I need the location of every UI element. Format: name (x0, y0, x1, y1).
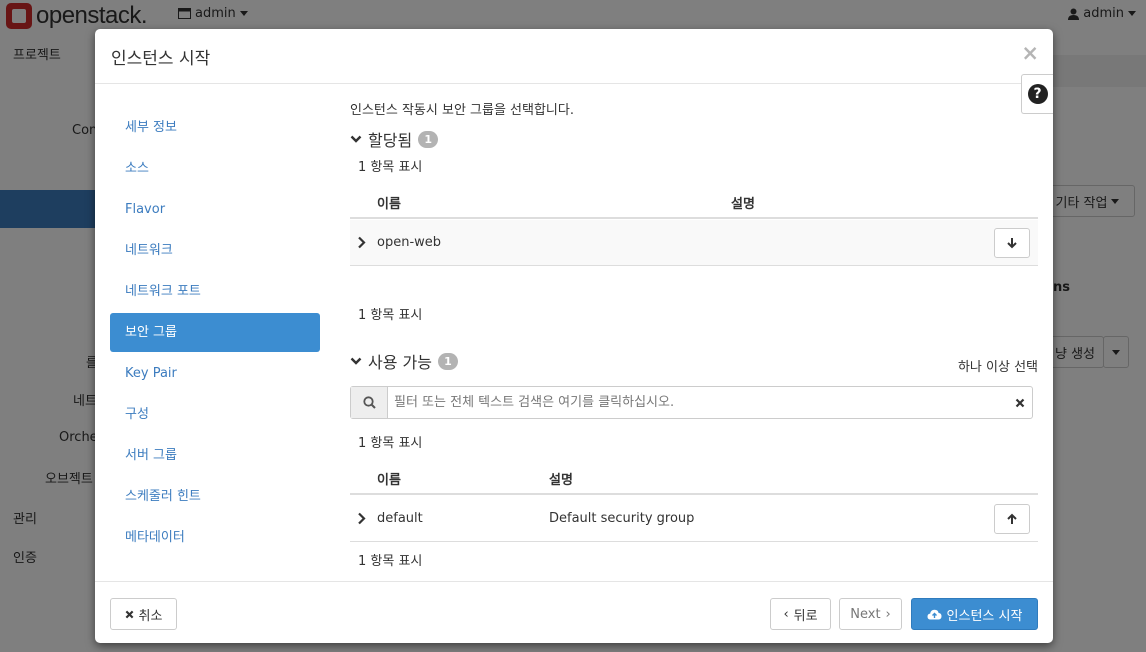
cancel-label: 취소 (138, 608, 163, 624)
nav-item-security-groups[interactable]: 보안 그룹 (110, 313, 320, 352)
search-input[interactable] (388, 387, 1008, 418)
available-table-header: 이름 설명 (350, 459, 1038, 495)
chevron-left-icon: ‹ (783, 606, 789, 622)
allocated-title: 할당됨 (368, 131, 413, 150)
help-icon: ? (1027, 84, 1048, 104)
allocated-section-header[interactable]: 할당됨 1 (350, 127, 439, 151)
modal-title: 인스턴스 시작 (111, 49, 211, 69)
nav-item-details[interactable]: 세부 정보 (110, 107, 320, 148)
launch-instance-button[interactable]: 인스턴스 시작 (911, 598, 1038, 630)
close-icon[interactable]: × (1021, 41, 1039, 65)
nav-item-key-pair[interactable]: Key Pair (110, 353, 320, 394)
launch-instance-label: 인스턴스 시작 (946, 608, 1023, 624)
back-button[interactable]: ‹ 뒤로 (770, 598, 831, 630)
chevron-right-icon: › (885, 606, 891, 622)
chevron-down-icon (350, 357, 362, 365)
back-label: 뒤로 (793, 608, 818, 624)
select-one-or-more-hint: 하나 이상 선택 (957, 360, 1038, 375)
deallocate-button[interactable] (994, 228, 1030, 258)
nav-item-configuration[interactable]: 구성 (110, 394, 320, 435)
row-name: open-web (377, 235, 442, 250)
arrow-down-icon (1007, 238, 1017, 249)
column-description: 설명 (549, 473, 573, 488)
close-icon (1015, 398, 1025, 407)
cloud-upload-icon (927, 609, 942, 619)
chevron-right-icon[interactable] (357, 236, 366, 249)
nav-item-server-groups[interactable]: 서버 그룹 (110, 435, 320, 476)
allocated-items-count-top: 1 항목 표시 (358, 160, 423, 175)
chevron-right-icon[interactable] (357, 512, 366, 525)
next-label: Next (850, 606, 881, 622)
search-icon-addon (351, 387, 388, 418)
arrow-up-icon (1007, 513, 1017, 524)
column-name: 이름 (377, 473, 401, 488)
modal-header: 인스턴스 시작 × (95, 29, 1053, 84)
allocated-count-badge: 1 (418, 130, 439, 148)
allocated-items-count-bottom: 1 항목 표시 (358, 308, 423, 323)
allocated-table-header: 이름 설명 (350, 183, 1038, 219)
available-items-count-bottom: 1 항목 표시 (358, 554, 423, 569)
wizard-nav: 세부 정보 소스 Flavor 네트워크 네트워크 포트 보안 그룹 Key P… (110, 107, 320, 558)
column-name: 이름 (377, 197, 401, 212)
next-button[interactable]: Next › (839, 598, 902, 630)
available-title: 사용 가능 (368, 353, 432, 372)
clear-search-icon[interactable] (1008, 387, 1032, 418)
search-icon (362, 396, 376, 409)
nav-item-scheduler-hints[interactable]: 스케줄러 힌트 (110, 476, 320, 517)
launch-instance-modal: 인스턴스 시작 × ? 세부 정보 소스 Flavor 네트워크 네트워크 포트… (95, 29, 1053, 643)
chevron-down-icon (350, 135, 362, 143)
cancel-button[interactable]: 취소 (110, 598, 177, 630)
nav-item-network-ports[interactable]: 네트워크 포트 (110, 271, 320, 312)
nav-item-flavor[interactable]: Flavor (110, 189, 320, 230)
close-icon (125, 610, 133, 618)
nav-item-source[interactable]: 소스 (110, 148, 320, 189)
row-name: default (377, 511, 423, 526)
row-description: Default security group (549, 511, 695, 526)
allocate-button[interactable] (994, 504, 1030, 534)
table-row: open-web (350, 220, 1038, 266)
available-items-count-top: 1 항목 표시 (358, 436, 423, 451)
modal-footer: 취소 ‹ 뒤로 Next › 인스턴스 시작 (95, 581, 1053, 643)
table-row: default Default security group (350, 496, 1038, 542)
available-section-header[interactable]: 사용 가능 1 (350, 349, 458, 373)
available-count-badge: 1 (437, 352, 458, 370)
help-button[interactable]: ? (1021, 74, 1053, 114)
nav-item-networks[interactable]: 네트워크 (110, 230, 320, 271)
nav-item-metadata[interactable]: 메타데이터 (110, 517, 320, 558)
step-help-text: 인스턴스 작동시 보안 그룹을 선택합니다. (350, 103, 574, 118)
column-description: 설명 (731, 197, 755, 212)
search-bar (350, 386, 1033, 419)
